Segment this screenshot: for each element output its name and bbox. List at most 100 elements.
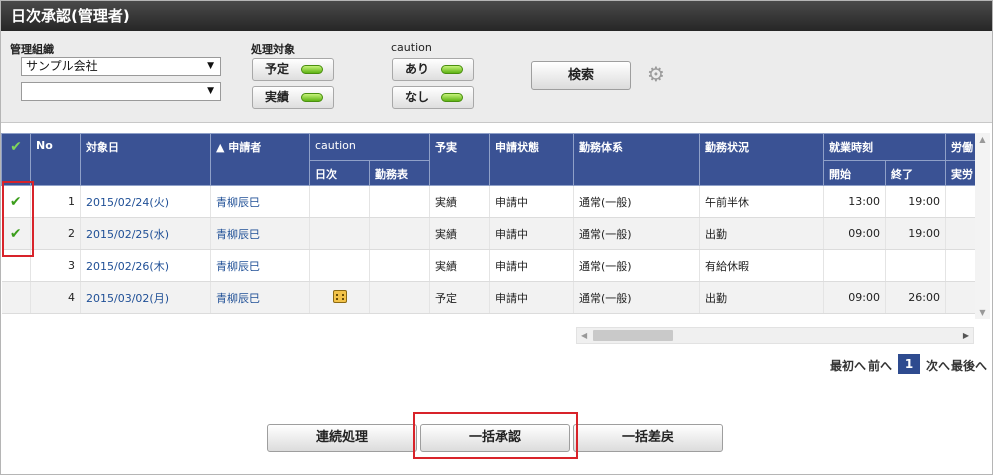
header-work-time: 就業時刻 (823, 133, 946, 162)
pager-prev[interactable]: 前へ (868, 357, 892, 374)
row-work-system: 通常(一般) (573, 249, 700, 282)
table-row[interactable]: 3 2015/02/26(木) 青柳辰巳 実績 申請中 通常(一般) 有給休暇 (1, 249, 975, 282)
header-applicant[interactable]: ▲ 申請者 (210, 133, 310, 186)
header-labor: 労働 (945, 133, 975, 162)
row-caution-sheet (369, 185, 430, 218)
page-title: 日次承認(管理者) (1, 1, 992, 31)
row-applicant-link[interactable]: 青柳辰巳 (210, 185, 310, 218)
target-actual-label: 実績 (265, 90, 290, 104)
org-sub-select[interactable]: ▼ (21, 82, 221, 101)
row-status: 申請中 (489, 281, 574, 314)
row-no: 2 (30, 217, 81, 250)
calendar-icon[interactable] (332, 289, 347, 303)
org-label: 管理組織 (10, 43, 54, 56)
select-all-header[interactable]: ✔ (1, 133, 31, 186)
approval-table: ✔ No 対象日 ▲ 申請者 caution 予実 申請状態 勤務体系 勤務状況… (1, 133, 975, 319)
header-status: 申請状態 (489, 133, 574, 186)
row-work-status: 出勤 (699, 281, 824, 314)
header-caution: caution (309, 133, 430, 162)
row-work-system: 通常(一般) (573, 217, 700, 250)
search-panel: 管理組織 サンプル会社 ▼ ▼ 処理対象 予定 実績 caution あり なし… (1, 31, 992, 123)
pager-next[interactable]: 次へ (926, 357, 950, 374)
pager-last[interactable]: 最後へ (951, 357, 987, 374)
scroll-right-icon[interactable]: ▶ (963, 328, 969, 343)
row-start: 13:00 (823, 185, 886, 218)
org-select[interactable]: サンプル会社 ▼ (21, 57, 221, 76)
row-actual: 1 (945, 281, 975, 314)
row-date-link[interactable]: 2015/02/24(火) (80, 185, 211, 218)
caution-yes-toggle[interactable]: あり (392, 58, 474, 81)
vertical-scrollbar[interactable]: ▲ ▼ (975, 133, 990, 319)
caution-no-label: なし (405, 90, 430, 104)
row-caution-daily (309, 185, 370, 218)
target-plan-label: 予定 (265, 62, 290, 76)
row-end (885, 249, 946, 282)
header-actual: 実労 (945, 160, 975, 186)
row-plan-actual: 実績 (429, 249, 490, 282)
scroll-down-icon[interactable]: ▼ (975, 308, 990, 317)
row-date-link[interactable]: 2015/03/02(月) (80, 281, 211, 314)
pager-first[interactable]: 最初へ (830, 357, 866, 374)
row-end: 26:00 (885, 281, 946, 314)
row-caution-sheet (369, 281, 430, 314)
row-status: 申請中 (489, 217, 574, 250)
caution-label: caution (391, 41, 432, 54)
row-applicant-link[interactable]: 青柳辰巳 (210, 249, 310, 282)
row-actual (945, 217, 975, 250)
chevron-down-icon: ▼ (207, 61, 214, 71)
row-start (823, 249, 886, 282)
row-caution-daily[interactable] (309, 281, 370, 314)
led-on-icon (441, 65, 463, 74)
row-applicant-link[interactable]: 青柳辰巳 (210, 281, 310, 314)
row-checkbox[interactable] (1, 281, 31, 314)
row-work-system: 通常(一般) (573, 185, 700, 218)
table-row[interactable]: ✔ 1 2015/02/24(火) 青柳辰巳 実績 申請中 通常(一般) 午前半… (1, 185, 975, 218)
row-date-link[interactable]: 2015/02/25(水) (80, 217, 211, 250)
row-end: 19:00 (885, 217, 946, 250)
bulk-return-button[interactable]: 一括差戻 (573, 424, 723, 452)
header-caution-sheet: 勤務表 (369, 160, 430, 186)
row-end: 19:00 (885, 185, 946, 218)
chevron-down-icon: ▼ (207, 86, 214, 96)
search-button[interactable]: 検索 (531, 61, 631, 90)
org-select-value: サンプル会社 (26, 59, 98, 73)
row-work-system: 通常(一般) (573, 281, 700, 314)
scroll-up-icon[interactable]: ▲ (975, 135, 990, 144)
table-row[interactable]: ✔ 2 2015/02/25(水) 青柳辰巳 実績 申請中 通常(一般) 出勤 … (1, 217, 975, 250)
scroll-thumb[interactable] (593, 330, 673, 341)
row-plan-actual: 実績 (429, 185, 490, 218)
row-work-status: 午前半休 (699, 185, 824, 218)
row-applicant-link[interactable]: 青柳辰巳 (210, 217, 310, 250)
row-status: 申請中 (489, 185, 574, 218)
header-caution-daily: 日次 (309, 160, 370, 186)
row-actual (945, 185, 975, 218)
row-actual (945, 249, 975, 282)
row-status: 申請中 (489, 249, 574, 282)
header-date[interactable]: 対象日 (80, 133, 211, 186)
row-caution-daily (309, 217, 370, 250)
header-start: 開始 (823, 160, 886, 186)
target-plan-toggle[interactable]: 予定 (252, 58, 334, 81)
row-plan-actual: 実績 (429, 217, 490, 250)
row-caution-daily (309, 249, 370, 282)
row-start: 09:00 (823, 217, 886, 250)
row-plan-actual: 予定 (429, 281, 490, 314)
caution-no-toggle[interactable]: なし (392, 86, 474, 109)
caution-yes-label: あり (405, 62, 430, 76)
target-actual-toggle[interactable]: 実績 (252, 86, 334, 109)
horizontal-scrollbar[interactable]: ◀ ▶ (576, 327, 974, 344)
row-work-status: 有給休暇 (699, 249, 824, 282)
row-date-link[interactable]: 2015/02/26(木) (80, 249, 211, 282)
header-work-status: 勤務状況 (699, 133, 824, 186)
header-end: 終了 (885, 160, 946, 186)
continuous-process-button[interactable]: 連続処理 (267, 424, 417, 452)
gear-icon[interactable]: ⚙ (645, 63, 667, 85)
table-row[interactable]: 4 2015/03/02(月) 青柳辰巳 予定 申請中 通常(一般) 出勤 09… (1, 281, 975, 314)
scroll-left-icon[interactable]: ◀ (581, 328, 587, 343)
led-on-icon (301, 65, 323, 74)
check-icon: ✔ (10, 139, 22, 155)
pager-current-page[interactable]: 1 (898, 354, 920, 374)
led-on-icon (301, 93, 323, 102)
header-plan-actual: 予実 (429, 133, 490, 186)
row-caution-sheet (369, 249, 430, 282)
